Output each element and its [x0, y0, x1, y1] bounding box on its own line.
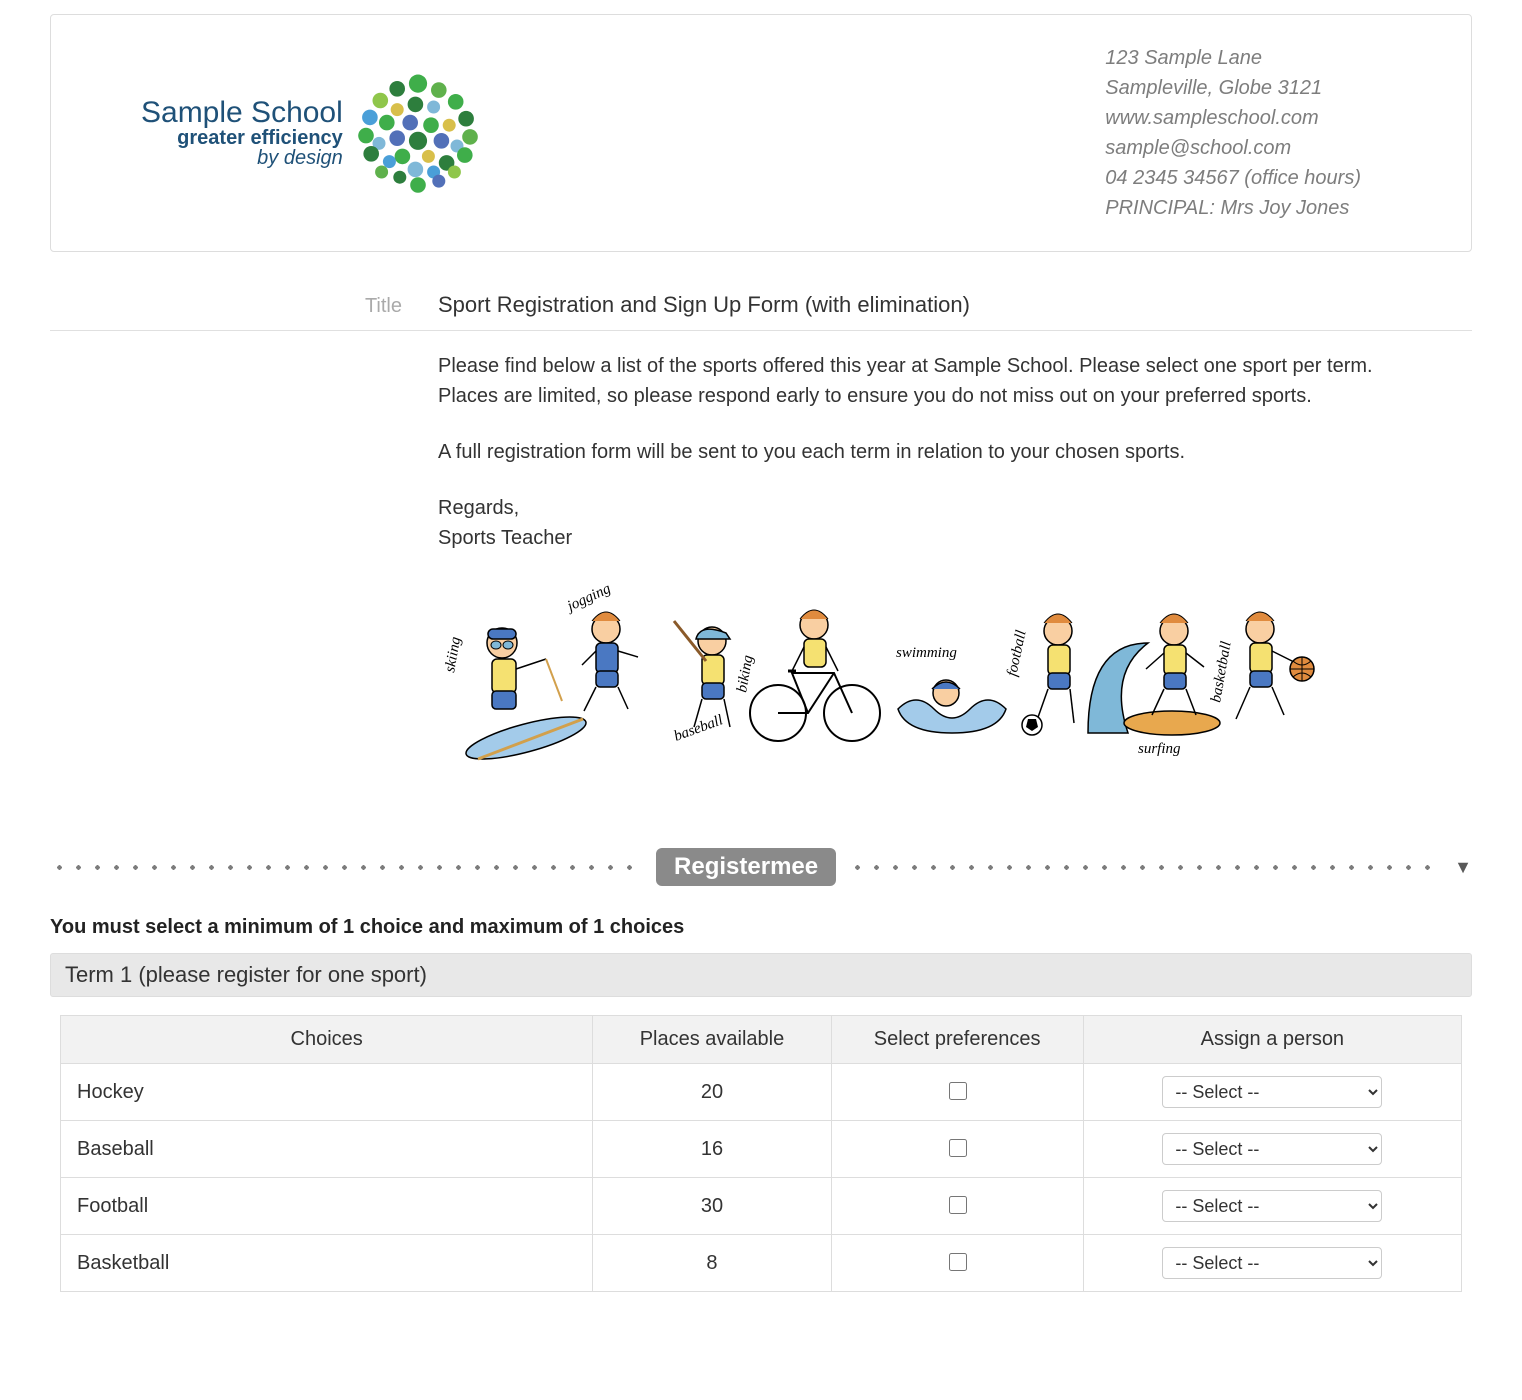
sport-label-jogging: jogging: [563, 583, 614, 615]
address-line-2: Sampleville, Globe 3121: [1105, 73, 1361, 103]
paragraph-2: A full registration form will be sent to…: [438, 437, 1438, 467]
address-line-1: 123 Sample Lane: [1105, 43, 1361, 73]
header-choices: Choices: [61, 1016, 593, 1064]
sport-label-baseball: baseball: [672, 712, 725, 744]
table-row: Baseball 16 -- Select --: [61, 1121, 1462, 1178]
choice-name: Baseball: [61, 1121, 593, 1178]
table-row: Football 30 -- Select --: [61, 1178, 1462, 1235]
school-name: Sample School: [141, 98, 343, 128]
choice-name: Basketball: [61, 1235, 593, 1292]
title-label: Title: [50, 295, 402, 318]
phone: 04 2345 34567 (office hours): [1105, 163, 1361, 193]
divider-dots-right: [848, 865, 1442, 870]
logo-icon: [353, 68, 483, 198]
choice-places: 8: [593, 1235, 831, 1292]
choice-places: 20: [593, 1064, 831, 1121]
contact-block: 123 Sample Lane Sampleville, Globe 3121 …: [1105, 43, 1361, 223]
choice-places: 30: [593, 1178, 831, 1235]
sport-label-surfing: surfing: [1138, 741, 1181, 757]
choice-name: Football: [61, 1178, 593, 1235]
sport-label-football: football: [1004, 629, 1029, 678]
header-assign: Assign a person: [1083, 1016, 1461, 1064]
choices-table: Choices Places available Select preferen…: [60, 1015, 1462, 1292]
assign-person-select[interactable]: -- Select --: [1162, 1190, 1382, 1222]
table-row: Hockey 20 -- Select --: [61, 1064, 1462, 1121]
title-row: Title Sport Registration and Sign Up For…: [50, 292, 1472, 331]
sport-label-skiing: skiing: [442, 635, 464, 674]
preference-checkbox[interactable]: [949, 1082, 967, 1100]
assign-person-select[interactable]: -- Select --: [1162, 1076, 1382, 1108]
header-preferences: Select preferences: [831, 1016, 1083, 1064]
choice-name: Hockey: [61, 1064, 593, 1121]
divider-dots-left: [50, 865, 644, 870]
signature-name: Sports Teacher: [438, 523, 1438, 553]
letterhead: Sample School greater efficiency by desi…: [50, 14, 1472, 252]
paragraph-1: Please find below a list of the sports o…: [438, 351, 1438, 411]
section-header-term1: Term 1 (please register for one sport): [50, 953, 1472, 997]
school-tagline-2: by design: [141, 148, 343, 168]
registermee-badge: Registermee: [656, 848, 836, 886]
body-text: Please find below a list of the sports o…: [438, 351, 1438, 553]
website: www.sampleschool.com: [1105, 103, 1361, 133]
choice-places: 16: [593, 1121, 831, 1178]
sport-label-basketball: basketball: [1208, 640, 1234, 703]
assign-person-select[interactable]: -- Select --: [1162, 1133, 1382, 1165]
preference-checkbox[interactable]: [949, 1253, 967, 1271]
sport-label-biking: biking: [734, 654, 756, 694]
sport-label-swimming: swimming: [896, 645, 957, 661]
principal: PRINCIPAL: Mrs Joy Jones: [1105, 193, 1361, 223]
chevron-down-icon: ▼: [1454, 857, 1472, 878]
school-tagline-1: greater efficiency: [141, 128, 343, 148]
header-places: Places available: [593, 1016, 831, 1064]
selection-instruction: You must select a minimum of 1 choice an…: [50, 916, 1472, 939]
divider-row: Registermee ▼: [50, 848, 1472, 886]
table-row: Basketball 8 -- Select --: [61, 1235, 1462, 1292]
preference-checkbox[interactable]: [949, 1196, 967, 1214]
sports-illustration: skiing jogging: [438, 583, 1472, 778]
logo-block: Sample School greater efficiency by desi…: [141, 68, 483, 198]
assign-person-select[interactable]: -- Select --: [1162, 1247, 1382, 1279]
preference-checkbox[interactable]: [949, 1139, 967, 1157]
signature-regards: Regards,: [438, 493, 1438, 523]
page-title: Sport Registration and Sign Up Form (wit…: [438, 292, 970, 318]
email: sample@school.com: [1105, 133, 1361, 163]
